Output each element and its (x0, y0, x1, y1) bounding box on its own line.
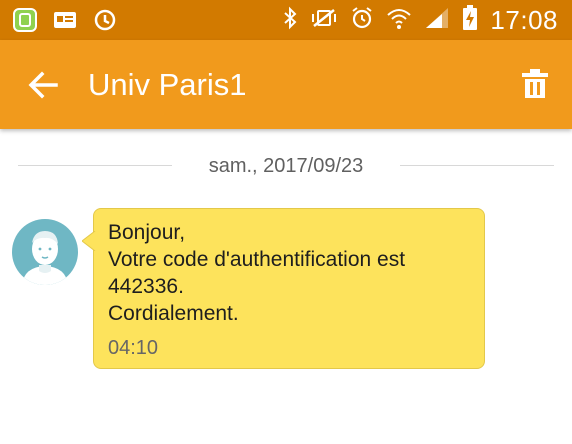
message-text: Bonjour, Votre code d'authentification e… (108, 219, 470, 327)
status-bar: 17:08 (0, 0, 572, 40)
id-card-icon (52, 7, 78, 33)
message-time: 04:10 (108, 337, 159, 359)
message-line: Bonjour, (108, 221, 186, 244)
trash-icon[interactable] (522, 69, 548, 99)
status-left-icons (12, 7, 118, 33)
battery-charging-icon (462, 4, 478, 36)
message-bubble[interactable]: Bonjour, Votre code d'authentification e… (81, 208, 485, 369)
wifi-icon (386, 6, 412, 35)
status-clock: 17:08 (490, 5, 558, 35)
message-line: Votre code d'authentification est (108, 248, 406, 271)
message-line: Cordialement. (108, 302, 239, 325)
conversation-title: Univ Paris1 (88, 67, 247, 102)
mute-vibrate-icon (310, 6, 338, 35)
date-label: sam., 2017/09/23 (208, 155, 364, 177)
date-separator: sam., 2017/09/23 (18, 150, 554, 180)
bubble-tail (81, 230, 96, 252)
status-right-icons: 17:08 (282, 4, 558, 36)
arrow-back-icon[interactable] (26, 70, 60, 100)
sync-icon (92, 7, 118, 33)
message-line: 442336. (108, 275, 184, 298)
app-notification-icon (12, 7, 38, 33)
bluetooth-icon (282, 6, 298, 35)
alarm-icon (350, 6, 374, 35)
signal-icon (424, 6, 450, 35)
avatar-icon[interactable] (12, 219, 78, 285)
app-bar: Univ Paris1 (0, 40, 572, 129)
